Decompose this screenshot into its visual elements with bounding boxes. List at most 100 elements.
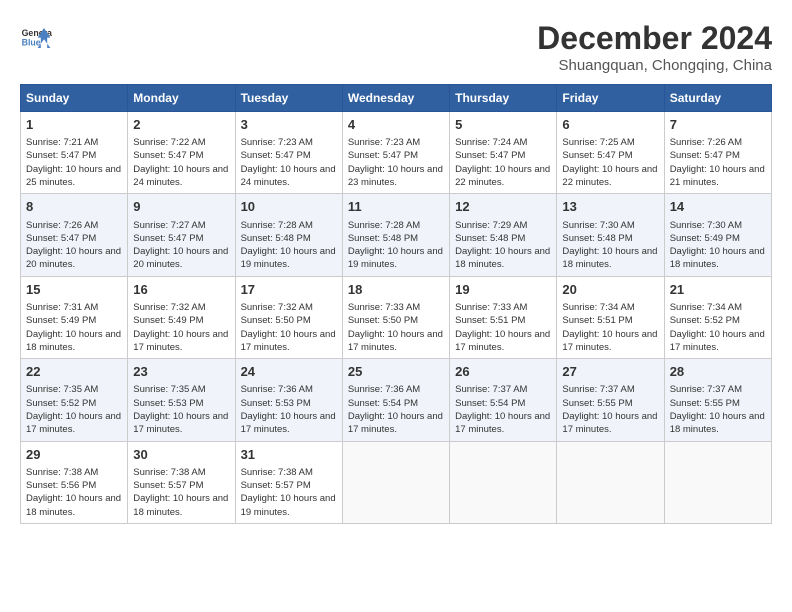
day-info: Sunrise: 7:23 AMSunset: 5:47 PMDaylight:… <box>348 136 444 189</box>
day-number: 30 <box>133 446 229 464</box>
day-number: 4 <box>348 116 444 134</box>
calendar-week-2: 8Sunrise: 7:26 AMSunset: 5:47 PMDaylight… <box>21 194 772 276</box>
calendar-cell: 21 Sunrise: 7:34 AMSunset: 5:52 PMDayligh… <box>664 276 771 358</box>
day-number: 10 <box>241 198 337 216</box>
calendar-cell: 20 Sunrise: 7:34 AMSunset: 5:51 PMDayligh… <box>557 276 664 358</box>
weekday-header-thursday: Thursday <box>450 85 557 112</box>
calendar-cell: 18Sunrise: 7:33 AMSunset: 5:50 PMDayligh… <box>342 276 449 358</box>
calendar-cell: 7Sunrise: 7:26 AMSunset: 5:47 PMDaylight… <box>664 112 771 194</box>
title-block: December 2024 Shuangquan, Chongqing, Chi… <box>537 20 772 74</box>
day-info: Sunrise: 7:29 AMSunset: 5:48 PMDaylight:… <box>455 219 551 272</box>
day-info: Sunrise: 7:27 AMSunset: 5:47 PMDaylight:… <box>133 219 229 272</box>
day-number: 20 <box>562 281 658 299</box>
calendar-cell: 4 Sunrise: 7:23 AMSunset: 5:47 PMDaylight… <box>342 112 449 194</box>
day-info: Sunrise: 7:38 AMSunset: 5:56 PMDaylight:… <box>26 466 122 519</box>
logo: General Blue <box>20 20 52 52</box>
day-number: 15 <box>26 281 122 299</box>
day-info: Sunrise: 7:22 AMSunset: 5:47 PMDaylight:… <box>133 136 229 189</box>
day-number: 11 <box>348 198 444 216</box>
day-info: Sunrise: 7:23 AMSunset: 5:47 PMDaylight:… <box>241 136 337 189</box>
day-info: Sunrise: 7:35 AMSunset: 5:52 PMDaylight:… <box>26 383 122 436</box>
calendar-cell: 29Sunrise: 7:38 AMSunset: 5:56 PMDayligh… <box>21 441 128 523</box>
calendar-week-1: 1 Sunrise: 7:21 AMSunset: 5:47 PMDaylight… <box>21 112 772 194</box>
day-info: Sunrise: 7:21 AMSunset: 5:47 PMDaylight:… <box>26 136 122 189</box>
calendar-cell: 24 Sunrise: 7:36 AMSunset: 5:53 PMDayligh… <box>235 359 342 441</box>
calendar-cell: 10 Sunrise: 7:28 AMSunset: 5:48 PMDayligh… <box>235 194 342 276</box>
day-number: 19 <box>455 281 551 299</box>
day-info: Sunrise: 7:34 AMSunset: 5:52 PMDaylight:… <box>670 301 766 354</box>
day-number: 14 <box>670 198 766 216</box>
day-info: Sunrise: 7:38 AMSunset: 5:57 PMDaylight:… <box>241 466 337 519</box>
day-info: Sunrise: 7:36 AMSunset: 5:54 PMDaylight:… <box>348 383 444 436</box>
calendar-cell: 1 Sunrise: 7:21 AMSunset: 5:47 PMDaylight… <box>21 112 128 194</box>
day-number: 21 <box>670 281 766 299</box>
day-number: 2 <box>133 116 229 134</box>
calendar-cell: 15 Sunrise: 7:31 AMSunset: 5:49 PMDayligh… <box>21 276 128 358</box>
day-number: 24 <box>241 363 337 381</box>
day-number: 25 <box>348 363 444 381</box>
calendar-cell: 22 Sunrise: 7:35 AMSunset: 5:52 PMDayligh… <box>21 359 128 441</box>
calendar-cell: 5 Sunrise: 7:24 AMSunset: 5:47 PMDaylight… <box>450 112 557 194</box>
day-number: 1 <box>26 116 122 134</box>
day-info: Sunrise: 7:32 AMSunset: 5:49 PMDaylight:… <box>133 301 229 354</box>
calendar-table: SundayMondayTuesdayWednesdayThursdayFrid… <box>20 84 772 524</box>
calendar-week-4: 22 Sunrise: 7:35 AMSunset: 5:52 PMDayligh… <box>21 359 772 441</box>
weekday-header-sunday: Sunday <box>21 85 128 112</box>
calendar-cell <box>664 441 771 523</box>
day-info: Sunrise: 7:35 AMSunset: 5:53 PMDaylight:… <box>133 383 229 436</box>
calendar-cell: 19 Sunrise: 7:33 AMSunset: 5:51 PMDayligh… <box>450 276 557 358</box>
day-info: Sunrise: 7:38 AMSunset: 5:57 PMDaylight:… <box>133 466 229 519</box>
calendar-cell: 30 Sunrise: 7:38 AMSunset: 5:57 PMDayligh… <box>128 441 235 523</box>
calendar-cell: 31Sunrise: 7:38 AMSunset: 5:57 PMDayligh… <box>235 441 342 523</box>
calendar-cell: 12Sunrise: 7:29 AMSunset: 5:48 PMDayligh… <box>450 194 557 276</box>
calendar-cell <box>557 441 664 523</box>
calendar-cell: 17Sunrise: 7:32 AMSunset: 5:50 PMDayligh… <box>235 276 342 358</box>
day-info: Sunrise: 7:28 AMSunset: 5:48 PMDaylight:… <box>241 219 337 272</box>
day-info: Sunrise: 7:28 AMSunset: 5:48 PMDaylight:… <box>348 219 444 272</box>
calendar-week-3: 15 Sunrise: 7:31 AMSunset: 5:49 PMDayligh… <box>21 276 772 358</box>
weekday-header-monday: Monday <box>128 85 235 112</box>
day-number: 18 <box>348 281 444 299</box>
calendar-cell: 26Sunrise: 7:37 AMSunset: 5:54 PMDayligh… <box>450 359 557 441</box>
day-info: Sunrise: 7:33 AMSunset: 5:51 PMDaylight:… <box>455 301 551 354</box>
day-number: 3 <box>241 116 337 134</box>
day-number: 16 <box>133 281 229 299</box>
day-info: Sunrise: 7:32 AMSunset: 5:50 PMDaylight:… <box>241 301 337 354</box>
day-info: Sunrise: 7:26 AMSunset: 5:47 PMDaylight:… <box>670 136 766 189</box>
calendar-cell: 6 Sunrise: 7:25 AMSunset: 5:47 PMDaylight… <box>557 112 664 194</box>
day-number: 22 <box>26 363 122 381</box>
calendar-cell: 3 Sunrise: 7:23 AMSunset: 5:47 PMDaylight… <box>235 112 342 194</box>
svg-text:Blue: Blue <box>22 38 41 48</box>
day-info: Sunrise: 7:24 AMSunset: 5:47 PMDaylight:… <box>455 136 551 189</box>
day-info: Sunrise: 7:36 AMSunset: 5:53 PMDaylight:… <box>241 383 337 436</box>
calendar-cell: 2 Sunrise: 7:22 AMSunset: 5:47 PMDaylight… <box>128 112 235 194</box>
location: Shuangquan, Chongqing, China <box>537 57 772 74</box>
calendar-cell: 11 Sunrise: 7:28 AMSunset: 5:48 PMDayligh… <box>342 194 449 276</box>
calendar-cell: 8Sunrise: 7:26 AMSunset: 5:47 PMDaylight… <box>21 194 128 276</box>
calendar-cell: 28Sunrise: 7:37 AMSunset: 5:55 PMDayligh… <box>664 359 771 441</box>
weekday-header-tuesday: Tuesday <box>235 85 342 112</box>
day-number: 9 <box>133 198 229 216</box>
calendar-cell: 27Sunrise: 7:37 AMSunset: 5:55 PMDayligh… <box>557 359 664 441</box>
day-number: 26 <box>455 363 551 381</box>
calendar-cell: 16 Sunrise: 7:32 AMSunset: 5:49 PMDayligh… <box>128 276 235 358</box>
calendar-cell: 23 Sunrise: 7:35 AMSunset: 5:53 PMDayligh… <box>128 359 235 441</box>
day-info: Sunrise: 7:34 AMSunset: 5:51 PMDaylight:… <box>562 301 658 354</box>
day-number: 5 <box>455 116 551 134</box>
day-info: Sunrise: 7:31 AMSunset: 5:49 PMDaylight:… <box>26 301 122 354</box>
calendar-cell <box>342 441 449 523</box>
day-number: 8 <box>26 198 122 216</box>
calendar-week-5: 29Sunrise: 7:38 AMSunset: 5:56 PMDayligh… <box>21 441 772 523</box>
calendar-cell <box>450 441 557 523</box>
day-info: Sunrise: 7:37 AMSunset: 5:55 PMDaylight:… <box>670 383 766 436</box>
calendar-cell: 14 Sunrise: 7:30 AMSunset: 5:49 PMDayligh… <box>664 194 771 276</box>
weekday-header-wednesday: Wednesday <box>342 85 449 112</box>
page-header: General Blue December 2024 Shuangquan, C… <box>20 20 772 74</box>
day-info: Sunrise: 7:25 AMSunset: 5:47 PMDaylight:… <box>562 136 658 189</box>
calendar-cell: 9 Sunrise: 7:27 AMSunset: 5:47 PMDaylight… <box>128 194 235 276</box>
day-number: 6 <box>562 116 658 134</box>
day-info: Sunrise: 7:30 AMSunset: 5:49 PMDaylight:… <box>670 219 766 272</box>
calendar-cell: 25 Sunrise: 7:36 AMSunset: 5:54 PMDayligh… <box>342 359 449 441</box>
day-number: 23 <box>133 363 229 381</box>
day-number: 27 <box>562 363 658 381</box>
